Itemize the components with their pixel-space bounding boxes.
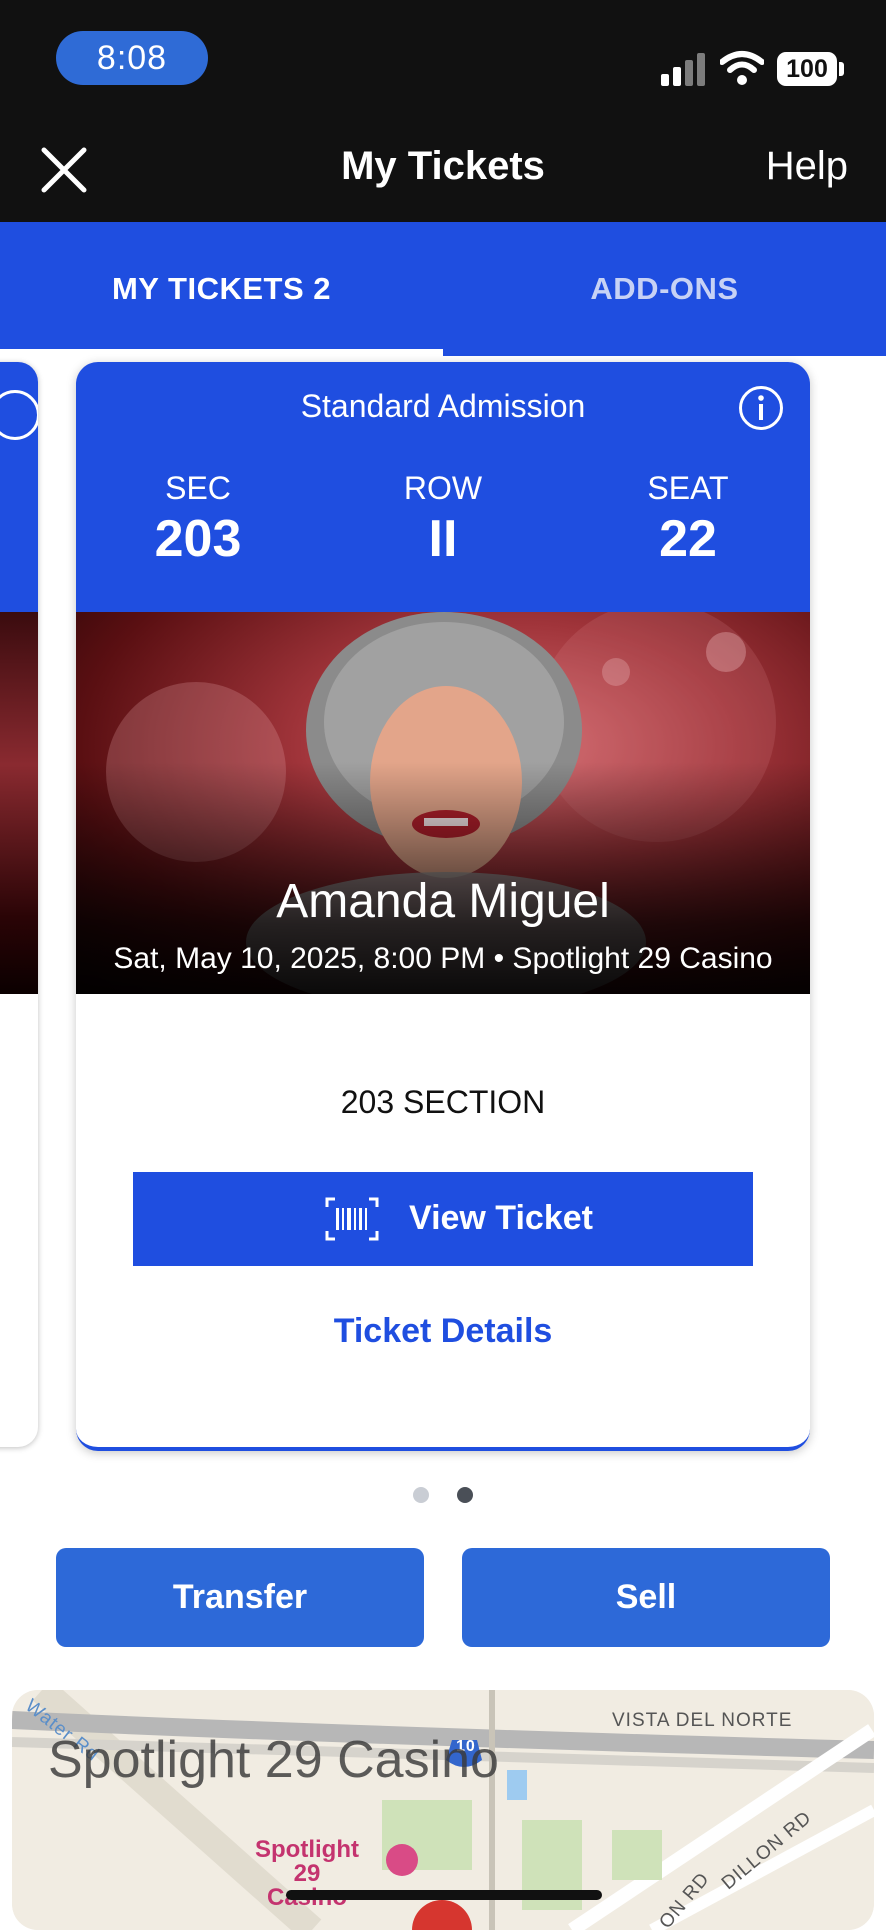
status-bar: 8:08 100 (0, 0, 886, 130)
section-label: SEC (165, 470, 231, 506)
section-value: 203 (154, 510, 242, 568)
tab-active-indicator (0, 349, 443, 356)
seat-label: SEAT (647, 470, 729, 506)
event-date-venue: Sat, May 10, 2025, 8:00 PM • Spotlight 2… (113, 942, 773, 975)
transfer-button[interactable]: Transfer (56, 1548, 424, 1647)
venue-name: Spotlight 29 Casino (48, 1731, 499, 1789)
peek-card-image (0, 612, 38, 994)
help-link[interactable]: Help (766, 144, 848, 189)
row-label: ROW (403, 470, 483, 506)
home-indicator (286, 1890, 602, 1900)
peek-card-text: o (0, 1300, 14, 1331)
view-ticket-button[interactable]: View Ticket (133, 1172, 753, 1266)
page-dot-1[interactable] (412, 1487, 429, 1503)
ticket-details-link[interactable]: Ticket Details (76, 1312, 810, 1351)
tab-add-ons[interactable]: ADD-ONS (443, 222, 886, 356)
info-icon (0, 390, 38, 440)
battery-icon: 100 (777, 52, 837, 86)
info-icon[interactable] (738, 385, 784, 431)
view-ticket-label: View Ticket (409, 1199, 593, 1237)
status-time: 8:08 (56, 31, 208, 85)
cellular-signal-icon (661, 52, 707, 86)
map-street-vista: Vista Del Norte (612, 1710, 793, 1731)
page-title: My Tickets (341, 144, 545, 188)
peek-card-header (0, 362, 38, 612)
page-indicator (0, 1487, 886, 1508)
event-image: Amanda Miguel Sat, May 10, 2025, 8:00 PM… (76, 612, 810, 994)
row-value: II (428, 510, 458, 568)
sell-button[interactable]: Sell (462, 1548, 830, 1647)
row-column: ROW II (343, 470, 543, 569)
page-dot-2[interactable] (457, 1487, 474, 1503)
ticket-header: Standard Admission SEC 203 ROW II SEAT 2… (76, 362, 810, 612)
section-text: 203 SECTION (340, 1084, 546, 1120)
performer-name: Amanda Miguel (276, 875, 610, 928)
nav-bar: My Tickets Help (0, 130, 886, 222)
ticket-card[interactable]: Standard Admission SEC 203 ROW II SEAT 2… (76, 362, 810, 1451)
section-column: SEC 203 (98, 470, 298, 569)
seat-column: SEAT 22 (588, 470, 788, 569)
seat-value: 22 (659, 510, 717, 568)
barcode-icon (325, 1197, 379, 1241)
admission-type: Standard Admission (300, 388, 586, 424)
battery-nub (839, 62, 844, 76)
wifi-icon (720, 51, 764, 85)
previous-ticket-card[interactable]: o (0, 362, 38, 1447)
tab-my-tickets[interactable]: MY TICKETS 2 (0, 222, 443, 356)
tab-bar: MY TICKETS 2 ADD-ONS (0, 222, 886, 356)
